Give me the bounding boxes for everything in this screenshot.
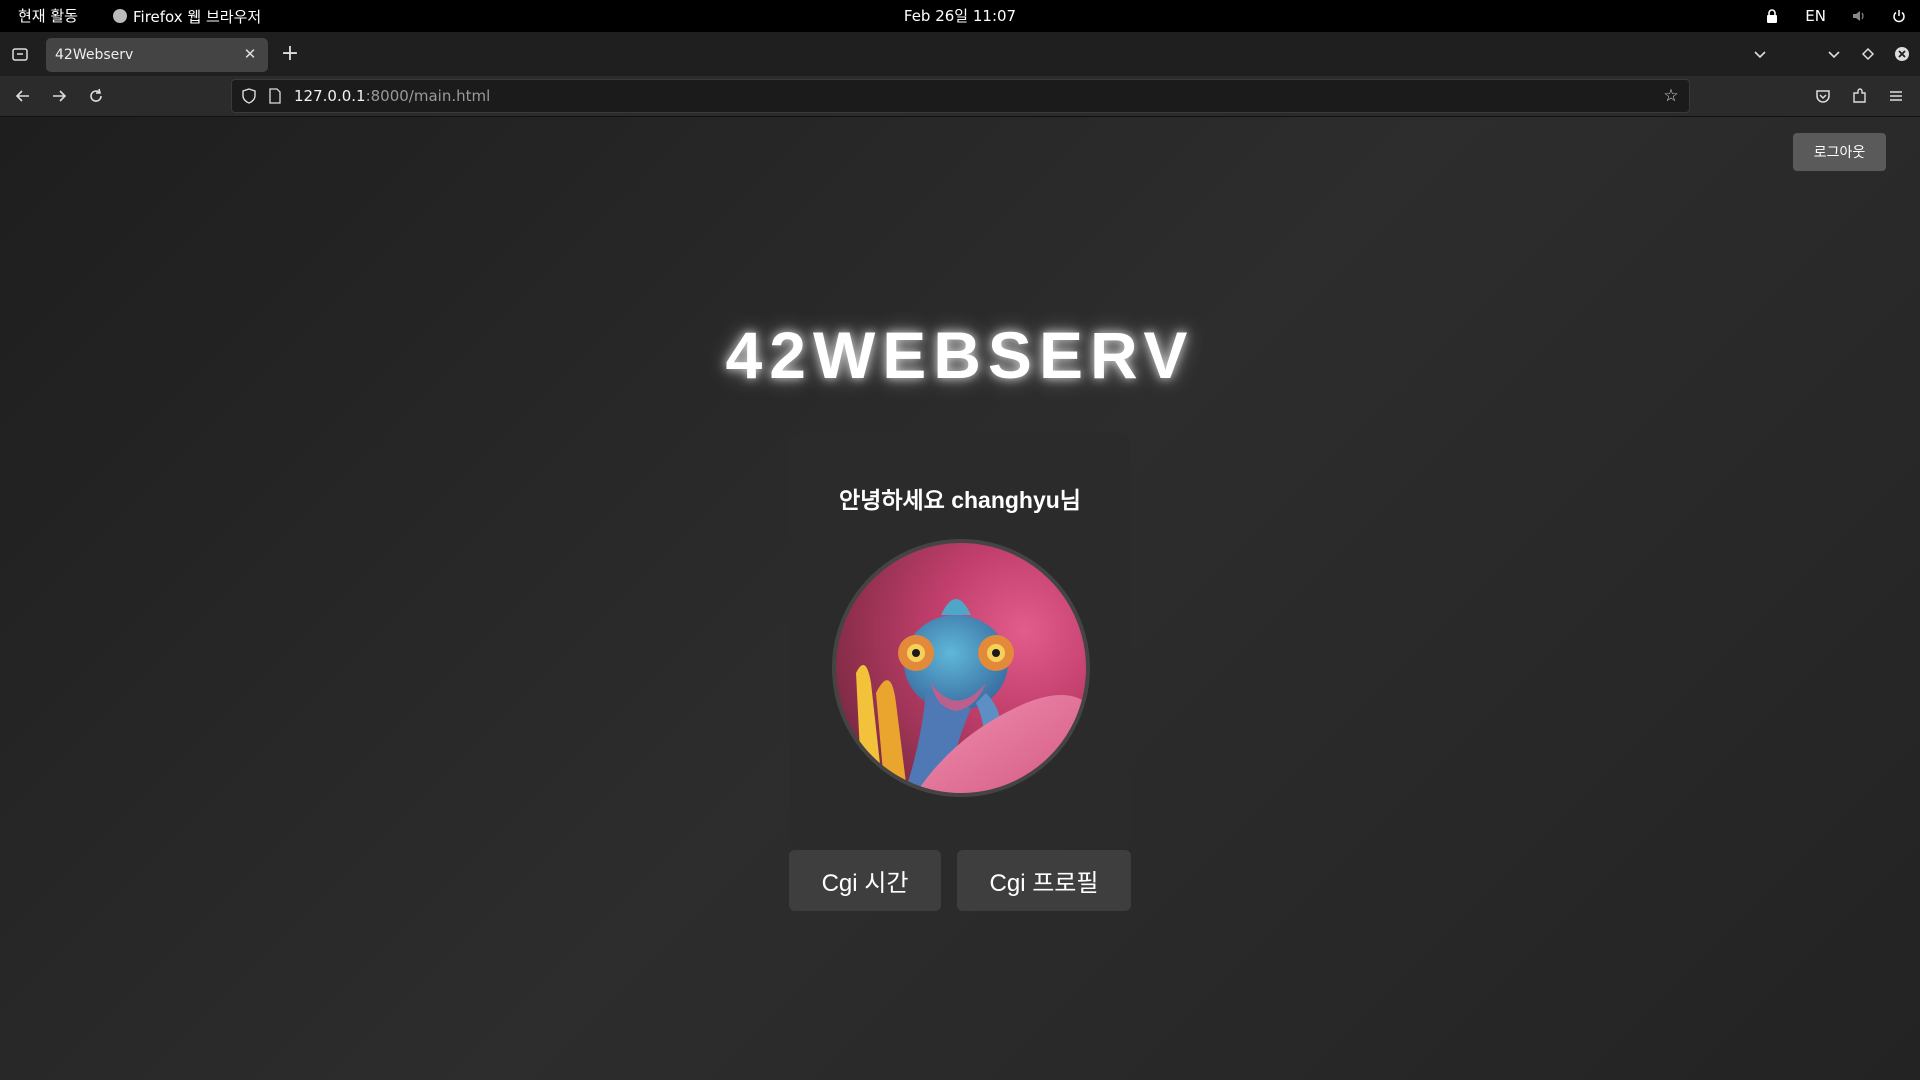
close-tab-icon[interactable]: ✕ <box>241 45 259 63</box>
clock-area: Feb 26일 11:07 <box>0 0 1920 32</box>
system-tray: EN <box>1765 0 1906 32</box>
new-tab-button[interactable]: + <box>280 43 300 65</box>
hamburger-menu-icon[interactable] <box>1886 86 1906 106</box>
site-title: 42WEBSERV <box>725 318 1195 392</box>
window-maximize-icon[interactable] <box>1858 44 1878 64</box>
back-arrow-icon[interactable] <box>13 86 33 106</box>
window-minimize-icon[interactable] <box>1824 44 1844 64</box>
cgi-profile-button[interactable]: Cgi 프로필 <box>957 850 1131 911</box>
url-text[interactable]: 127.0.0.1:8000/main.html <box>294 80 490 112</box>
avatar <box>832 539 1090 797</box>
app-name-label: Firefox 웹 브라우저 <box>133 7 262 26</box>
reload-icon[interactable] <box>86 86 106 106</box>
shield-icon[interactable] <box>240 87 258 105</box>
app-menu[interactable]: Firefox 웹 브라우저 <box>113 0 261 32</box>
system-top-bar: 현재 활동 Firefox 웹 브라우저 Feb 26일 11:07 EN <box>0 0 1920 32</box>
forward-arrow-icon[interactable] <box>49 86 69 106</box>
address-bar[interactable]: 127.0.0.1:8000/main.html ☆ <box>231 79 1690 113</box>
tab-title: 42Webserv <box>55 47 134 63</box>
profile-card: 안녕하세요 changhyu님 <box>789 433 1131 847</box>
page-content: 로그아웃 42WEBSERV 안녕하세요 changhyu님 Cgi 시간 Cg… <box>0 117 1920 1080</box>
logout-button[interactable]: 로그아웃 <box>1793 133 1886 171</box>
puzzle-icon[interactable] <box>1850 86 1870 106</box>
pocket-icon[interactable] <box>1813 86 1833 106</box>
url-path: :8000/main.html <box>365 87 491 105</box>
page-info-icon[interactable] <box>268 88 282 104</box>
chameleon-image <box>856 599 1086 793</box>
lock-icon[interactable] <box>1765 9 1779 23</box>
star-icon[interactable]: ☆ <box>1661 86 1681 106</box>
greeting-text: 안녕하세요 changhyu님 <box>839 487 1081 513</box>
clock[interactable]: Feb 26일 11:07 <box>904 7 1016 25</box>
url-host: 127.0.0.1 <box>294 87 366 105</box>
cgi-time-button[interactable]: Cgi 시간 <box>789 850 941 911</box>
list-all-tabs-icon[interactable] <box>1750 44 1770 64</box>
language-indicator[interactable]: EN <box>1805 7 1826 25</box>
power-icon[interactable] <box>1892 9 1906 23</box>
volume-icon[interactable] <box>1852 9 1866 23</box>
firefox-icon <box>113 9 127 23</box>
tab-42webserv[interactable]: 42Webserv ✕ <box>46 38 268 72</box>
tab-overview-icon[interactable] <box>10 44 30 64</box>
navigation-toolbar: 127.0.0.1:8000/main.html ☆ <box>0 76 1920 117</box>
window-close-icon[interactable] <box>1892 44 1912 64</box>
activities-button[interactable]: 현재 활동 <box>18 0 78 32</box>
